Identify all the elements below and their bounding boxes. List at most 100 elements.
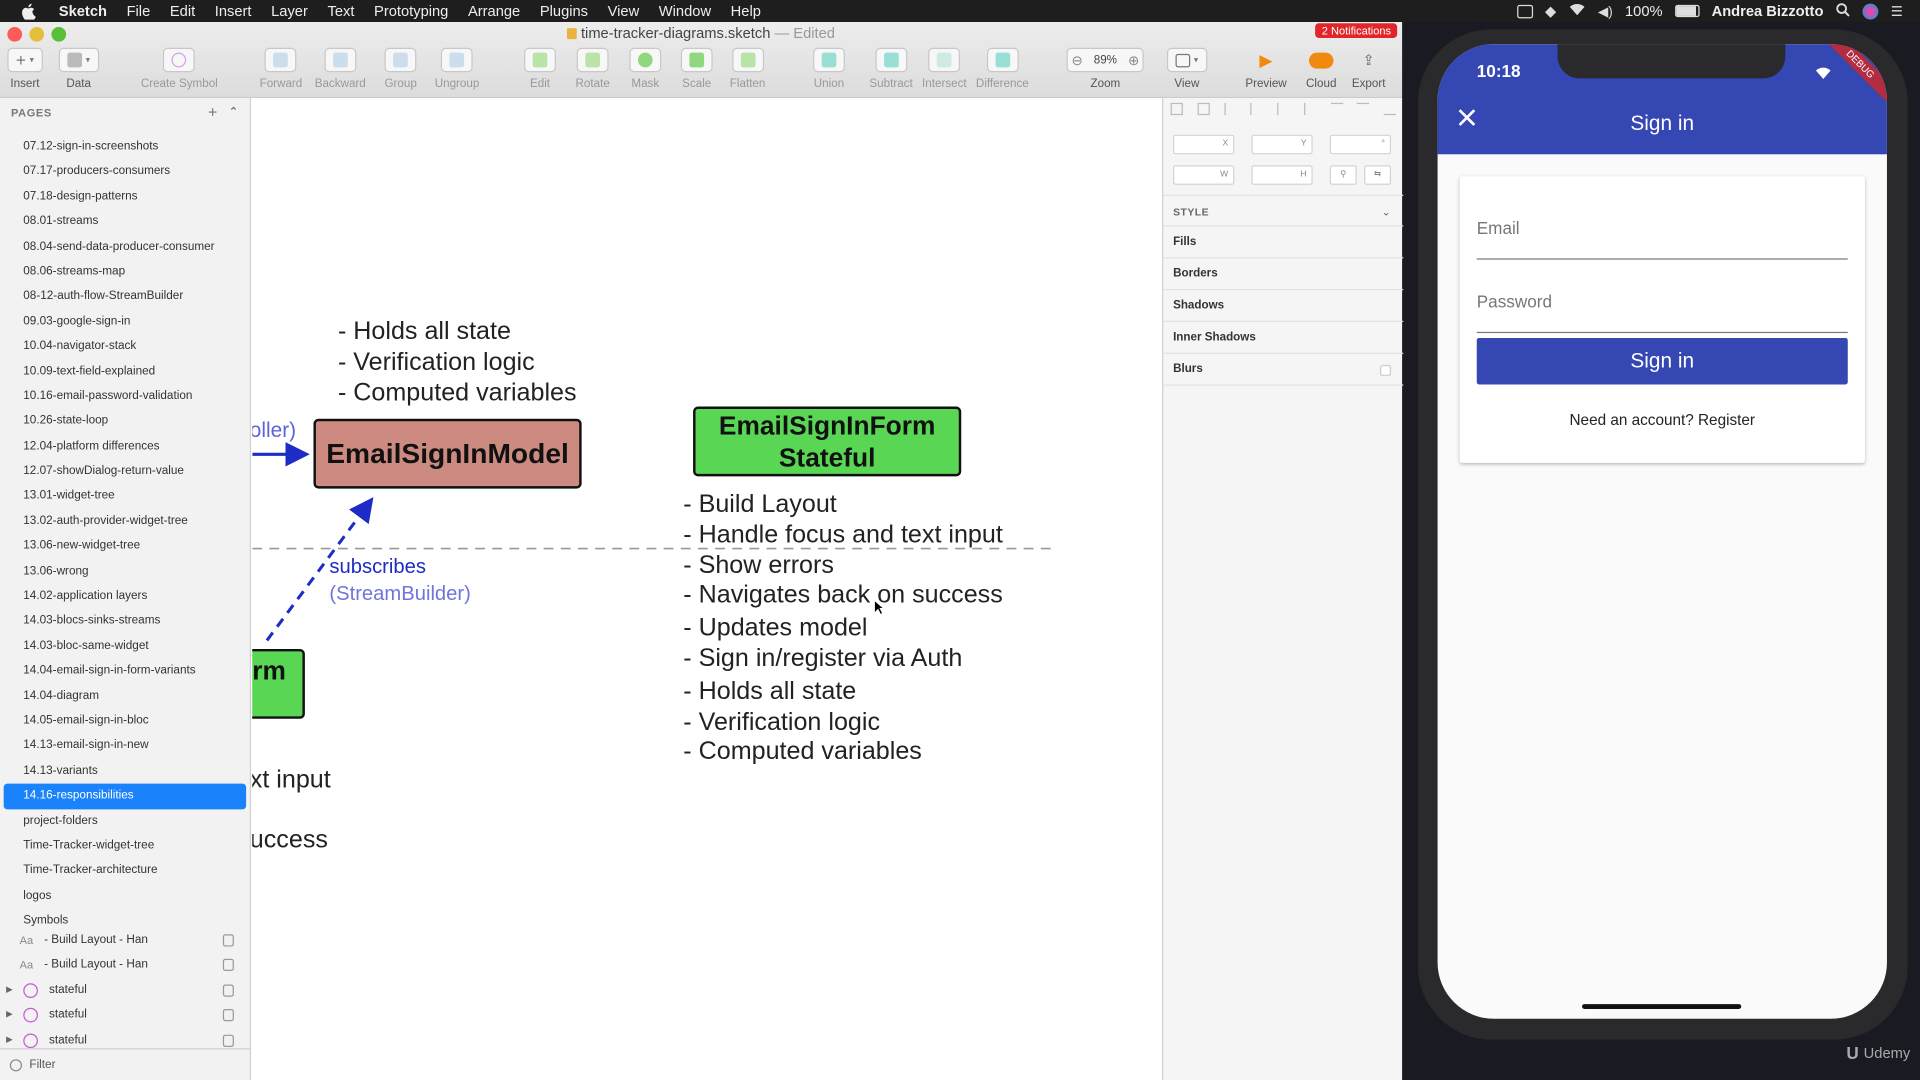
sign-in-button[interactable]: Sign in xyxy=(1476,337,1848,385)
blur-checkbox[interactable] xyxy=(1380,364,1392,376)
insert-button[interactable]: + ▾ Insert xyxy=(7,47,43,95)
page-item[interactable]: 13.02-auth-provider-widget-tree xyxy=(0,509,250,534)
layer-row[interactable]: Aa - Build Layout - Han xyxy=(0,953,251,978)
group-button[interactable]: Group xyxy=(384,47,417,95)
ungroup-button[interactable]: Ungroup xyxy=(435,47,479,95)
menu-text[interactable]: Text xyxy=(318,0,365,22)
align-icon[interactable] xyxy=(1250,102,1263,116)
y-field[interactable]: Y xyxy=(1251,134,1313,155)
screen-record-icon[interactable] xyxy=(1516,4,1533,18)
add-page-icon[interactable]: + xyxy=(208,103,218,121)
email-sign-in-model-box[interactable]: EmailSignInModel xyxy=(313,418,582,489)
apple-icon[interactable] xyxy=(20,2,37,19)
page-item[interactable]: 07.17-producers-consumers xyxy=(0,160,250,185)
page-item[interactable]: 14.13-variants xyxy=(0,759,250,784)
layer-row[interactable]: Aa - Build Layout - Han xyxy=(0,928,251,953)
email-sign-in-form-stateful-box[interactable]: EmailSignInForm Stateful xyxy=(693,406,962,477)
page-item[interactable]: 14.04-diagram xyxy=(0,684,250,709)
design-canvas[interactable]: - Holds all state - Verification logic -… xyxy=(252,97,1163,1080)
page-item[interactable]: 10.04-navigator-stack xyxy=(0,334,250,359)
menu-layer[interactable]: Layer xyxy=(261,0,317,22)
style-heading[interactable]: STYLE ⌄ xyxy=(1163,194,1404,227)
page-item[interactable]: 14.03-bloc-same-widget xyxy=(0,634,250,659)
subtract-button[interactable]: Subtract xyxy=(869,47,913,95)
page-item[interactable]: 12.04-platform differences xyxy=(0,434,250,459)
password-field[interactable]: Password xyxy=(1476,284,1848,334)
width-field[interactable]: W xyxy=(1173,165,1235,185)
rotate-button[interactable]: Rotate xyxy=(576,47,610,95)
data-button[interactable]: ▾ Data xyxy=(58,47,99,95)
mask-button[interactable]: Mask xyxy=(629,47,662,95)
user-name[interactable]: Andrea Bizzotto xyxy=(1712,0,1824,22)
page-item[interactable]: 14.16-responsibilities xyxy=(3,783,247,809)
zoom-out-icon[interactable]: ⊖ xyxy=(1071,52,1082,68)
page-item[interactable]: 14.02-application layers xyxy=(0,584,250,609)
height-field[interactable]: H xyxy=(1251,165,1313,185)
notification-center-icon[interactable]: ☰ xyxy=(1891,3,1903,19)
borders-section[interactable]: Borders xyxy=(1163,258,1404,291)
filter-bar[interactable]: Filter xyxy=(0,1048,252,1080)
menu-file[interactable]: File xyxy=(117,0,160,22)
wifi-icon[interactable] xyxy=(1569,2,1586,19)
menu-view[interactable]: View xyxy=(598,0,649,22)
volume-icon[interactable]: ◀) xyxy=(1598,3,1613,19)
page-item[interactable]: 13.06-wrong xyxy=(0,559,250,584)
scale-button[interactable]: Scale xyxy=(680,47,713,95)
align-icon[interactable] xyxy=(1303,102,1316,116)
forward-button[interactable]: Forward xyxy=(260,47,302,95)
layer-row[interactable]: ▶ stateful xyxy=(0,978,251,1003)
x-field[interactable]: X xyxy=(1173,134,1235,155)
page-item[interactable]: 13.06-new-widget-tree xyxy=(0,534,250,559)
align-icon[interactable] xyxy=(1383,103,1396,116)
align-icon[interactable] xyxy=(1197,102,1210,116)
menu-help[interactable]: Help xyxy=(721,0,771,22)
menu-arrange[interactable]: Arrange xyxy=(458,0,530,22)
page-item[interactable]: 14.13-email-sign-in-new xyxy=(0,734,250,759)
page-item[interactable]: 09.03-google-sign-in xyxy=(0,309,250,334)
align-icon[interactable] xyxy=(1223,102,1236,116)
align-icon[interactable] xyxy=(1170,102,1183,116)
page-item[interactable]: 14.03-blocs-sinks-streams xyxy=(0,609,250,634)
create-symbol-button[interactable]: Create Symbol xyxy=(141,47,218,95)
page-item[interactable]: 10.16-email-password-validation xyxy=(0,384,250,409)
preview-button[interactable]: ▶ Preview xyxy=(1245,48,1286,95)
export-button[interactable]: ⇪ Export xyxy=(1352,48,1386,95)
collapse-chevron-icon[interactable]: ⌃ xyxy=(229,105,239,118)
battery-icon[interactable] xyxy=(1674,4,1700,18)
page-item[interactable]: 08.04-send-data-producer-consumer xyxy=(0,235,250,260)
difference-button[interactable]: Difference xyxy=(976,47,1029,95)
edit-button[interactable]: Edit xyxy=(524,47,556,95)
union-button[interactable]: Union xyxy=(813,47,845,95)
dropbox-icon[interactable]: ◆ xyxy=(1545,2,1556,19)
menu-edit[interactable]: Edit xyxy=(160,0,205,22)
menu-prototyping[interactable]: Prototyping xyxy=(364,0,458,22)
lock-ratio-icon[interactable]: ⚲ xyxy=(1329,165,1357,185)
siri-icon[interactable] xyxy=(1862,3,1879,19)
menu-window[interactable]: Window xyxy=(649,0,721,22)
page-item[interactable]: project-folders xyxy=(0,809,250,834)
page-item[interactable]: Time-Tracker-widget-tree xyxy=(0,834,250,859)
shadows-section[interactable]: Shadows xyxy=(1163,290,1404,323)
page-item[interactable]: 08.01-streams xyxy=(0,210,250,235)
lock-icon[interactable] xyxy=(222,934,234,947)
layer-row[interactable]: ▶ stateful xyxy=(0,1003,251,1028)
page-item[interactable]: 07.18-design-patterns xyxy=(0,185,250,210)
flatten-button[interactable]: Flatten xyxy=(730,47,765,95)
cloud-button[interactable]: Cloud xyxy=(1302,48,1341,95)
page-item[interactable]: 13.01-widget-tree xyxy=(0,484,250,509)
menu-insert[interactable]: Insert xyxy=(205,0,261,22)
page-item[interactable]: logos xyxy=(0,884,250,909)
align-icon[interactable] xyxy=(1357,102,1370,115)
search-icon[interactable] xyxy=(1836,2,1851,20)
inner-shadows-section[interactable]: Inner Shadows xyxy=(1163,322,1404,354)
lock-icon[interactable] xyxy=(222,984,234,997)
blurs-section[interactable]: Blurs xyxy=(1163,354,1404,386)
page-item[interactable]: Time-Tracker-architecture xyxy=(0,859,250,884)
disclosure-triangle-icon[interactable]: ▶ xyxy=(6,1003,18,1028)
intersect-button[interactable]: Intersect xyxy=(922,47,967,95)
lock-icon[interactable] xyxy=(222,1009,234,1022)
align-icon[interactable] xyxy=(1330,102,1343,115)
email-sign-in-form-box-fragment[interactable]: rm xyxy=(252,648,305,719)
disclosure-triangle-icon[interactable]: ▶ xyxy=(6,978,18,1003)
zoom-control[interactable]: ⊖ 89% ⊕ Zoom xyxy=(1066,47,1145,95)
